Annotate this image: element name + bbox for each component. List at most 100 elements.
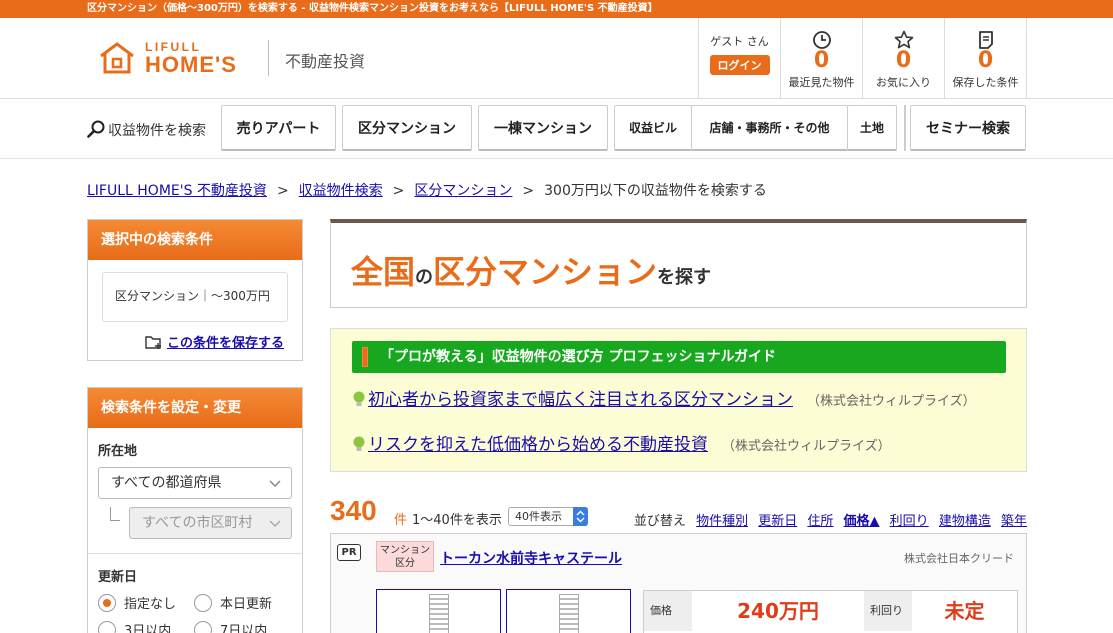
breadcrumb-link-search[interactable]: 収益物件検索 bbox=[299, 183, 383, 199]
lightbulb-icon bbox=[353, 391, 365, 406]
guide-article-link[interactable]: リスクを抑えた低価格から始める不動産投資 bbox=[368, 435, 708, 455]
radio-dot[interactable] bbox=[194, 593, 212, 612]
save-condition-link[interactable]: この条件を保存する bbox=[167, 336, 284, 351]
radio-label: 本日更新 bbox=[220, 597, 273, 612]
prefecture-select[interactable]: すべての都道府県 bbox=[98, 467, 292, 499]
folder-plus-icon bbox=[145, 336, 161, 349]
sort-by-address[interactable]: 住所 bbox=[807, 514, 833, 529]
saved-conditions-button[interactable]: 0 保存した条件 bbox=[944, 18, 1026, 98]
property-photo[interactable] bbox=[376, 589, 501, 633]
sort-options: 並び替え 物件種別 更新日 住所 価格▲ 利回り 建物構造 築年 bbox=[634, 510, 1027, 529]
change-conditions-heading: 検索条件を設定・変更 bbox=[88, 388, 302, 428]
breadcrumb-link-home[interactable]: LIFULL HOME'S 不動産投資 bbox=[87, 183, 267, 199]
radio-label: 7日以内 bbox=[220, 624, 268, 633]
sort-by-updated[interactable]: 更新日 bbox=[758, 514, 797, 529]
updated-radio-today[interactable]: 本日更新 bbox=[194, 593, 290, 612]
radio-dot[interactable] bbox=[98, 620, 116, 633]
radio-dot[interactable] bbox=[194, 620, 212, 633]
listing-company: 株式会社日本クリード bbox=[904, 552, 1014, 565]
type-tag-line2: 区分 bbox=[395, 558, 415, 569]
title-property-type: 区分マンション bbox=[433, 253, 658, 291]
homes-logo[interactable]: LIFULL HOME'S bbox=[99, 38, 259, 78]
clock-icon bbox=[812, 31, 831, 49]
nav-store-office-button[interactable]: 店舗・事務所・その他 bbox=[691, 105, 848, 151]
building-image bbox=[429, 594, 449, 633]
saved-conditions-label: 保存した条件 bbox=[952, 76, 1019, 89]
select-arrows-icon bbox=[573, 507, 588, 526]
city-value: すべての市区町村 bbox=[142, 515, 253, 531]
recently-viewed-button[interactable]: 0 最近見た物件 bbox=[780, 18, 862, 98]
nav-apartment-button[interactable]: 売りアパート bbox=[221, 105, 336, 151]
login-button[interactable]: ログイン bbox=[709, 55, 770, 75]
sidebar-divider bbox=[88, 553, 302, 554]
sort-by-yield[interactable]: 利回り bbox=[890, 514, 929, 529]
nav-unit-mansion-button[interactable]: 区分マンション bbox=[342, 105, 472, 151]
price-label: 価格 bbox=[644, 591, 692, 631]
result-count-unit: 件 bbox=[394, 513, 408, 528]
updated-radio-7days[interactable]: 7日以内 bbox=[194, 620, 290, 633]
logo-homes-text: HOME'S bbox=[145, 52, 237, 77]
pr-badge: PR bbox=[337, 544, 361, 561]
property-photo[interactable] bbox=[506, 589, 631, 633]
listing-title: トーカン水前寺キャステール bbox=[440, 548, 622, 568]
updated-radio-3days[interactable]: 3日以内 bbox=[98, 620, 194, 633]
breadcrumb-current: 300万円以下の収益物件を検索する bbox=[544, 183, 767, 199]
results-toolbar: 340 件 1〜40件を表示 40件表示 並び替え 物件種別 更新日 住所 価格… bbox=[330, 495, 1027, 529]
sort-by-structure[interactable]: 建物構造 bbox=[939, 514, 991, 529]
updated-radio-row: 指定なし 本日更新 bbox=[98, 593, 302, 612]
breadcrumb-link-unit-mansion[interactable]: 区分マンション bbox=[414, 183, 512, 199]
sort-by-price[interactable]: 価格▲ bbox=[844, 514, 880, 529]
property-listing: PR マンション 区分 トーカン水前寺キャステール 株式会社日本クリード 価格 … bbox=[330, 533, 1027, 633]
title-suffix: を探す bbox=[657, 267, 712, 288]
selected-conditions-heading: 選択中の検索条件 bbox=[88, 220, 302, 260]
house-logo-icon bbox=[100, 42, 134, 74]
nav-whole-mansion-button[interactable]: 一棟マンション bbox=[478, 105, 608, 151]
result-range: 1〜40件を表示 bbox=[412, 513, 502, 528]
building-image bbox=[559, 594, 579, 633]
recently-viewed-label: 最近見た物件 bbox=[788, 76, 855, 89]
guest-name: ゲスト さん bbox=[710, 35, 769, 48]
selected-condition-summary: 区分マンション｜〜300万円 bbox=[102, 272, 288, 322]
nav-land-button[interactable]: 土地 bbox=[847, 105, 897, 151]
guide-article: リスクを抑えた低価格から始める不動産投資 （株式会社ウィルプライズ） bbox=[352, 434, 992, 458]
memo-icon bbox=[978, 31, 993, 49]
city-select[interactable]: すべての市区町村 bbox=[129, 507, 292, 539]
header-divider bbox=[1026, 18, 1027, 98]
price-value: 240万円 bbox=[737, 599, 819, 623]
favorites-button[interactable]: 0 お気に入り bbox=[862, 18, 944, 98]
yield-value: 未定 bbox=[944, 599, 985, 623]
guest-box: ゲスト さん ログイン bbox=[698, 18, 780, 98]
nav-seminar-button[interactable]: セミナー検索 bbox=[910, 105, 1026, 151]
favorites-label: お気に入り bbox=[876, 76, 931, 89]
location-label: 所在地 bbox=[98, 444, 138, 459]
breadcrumb-separator: > bbox=[392, 183, 405, 199]
guide-article-company: （株式会社ウィルプライズ） bbox=[807, 394, 976, 409]
per-page-select[interactable]: 40件表示 bbox=[508, 507, 588, 526]
city-row: すべての市区町村 bbox=[88, 507, 302, 539]
title-area: 全国 bbox=[351, 253, 416, 291]
nav-building-button[interactable]: 収益ビル bbox=[614, 105, 692, 151]
sort-by-type[interactable]: 物件種別 bbox=[696, 514, 748, 529]
nav-search-label: 収益物件を検索 bbox=[87, 120, 206, 140]
sort-label: 並び替え bbox=[633, 514, 686, 529]
guide-article-link[interactable]: 初心者から投資家まで幅広く注目される区分マンション bbox=[368, 390, 793, 410]
page-title: 全国の区分マンションを探す bbox=[351, 247, 711, 293]
result-count: 340 bbox=[330, 495, 377, 526]
breadcrumb-separator: > bbox=[522, 183, 535, 199]
search-icon bbox=[87, 120, 105, 138]
radio-label: 3日以内 bbox=[124, 624, 172, 633]
updated-label: 更新日 bbox=[98, 570, 138, 585]
listing-title-link[interactable]: トーカン水前寺キャステール bbox=[440, 551, 622, 567]
selected-conditions-panel: 選択中の検索条件 区分マンション｜〜300万円 この条件を保存する bbox=[87, 219, 303, 361]
saved-conditions-count: 0 bbox=[977, 48, 994, 73]
indent-line bbox=[110, 507, 120, 521]
lightbulb-icon bbox=[353, 436, 365, 451]
site-description-text: 区分マンション（価格〜300万円）を検索する - 収益物件検索マンション投資をお… bbox=[87, 3, 658, 14]
prefecture-value: すべての都道府県 bbox=[111, 475, 222, 491]
radio-dot-selected[interactable] bbox=[98, 593, 116, 612]
pro-guide-box: 「プロが教える」収益物件の選び方 プロフェッショナルガイド 初心者から投資家まで… bbox=[330, 328, 1027, 472]
updated-radio-none[interactable]: 指定なし bbox=[98, 593, 194, 612]
listing-info-table: 価格 240万円 利回り 未定 bbox=[643, 590, 1018, 633]
site-header: LIFULL HOME'S 不動産投資 ゲスト さん ログイン 0 最近見た物件… bbox=[0, 18, 1113, 99]
sort-by-age[interactable]: 築年 bbox=[1001, 514, 1027, 529]
